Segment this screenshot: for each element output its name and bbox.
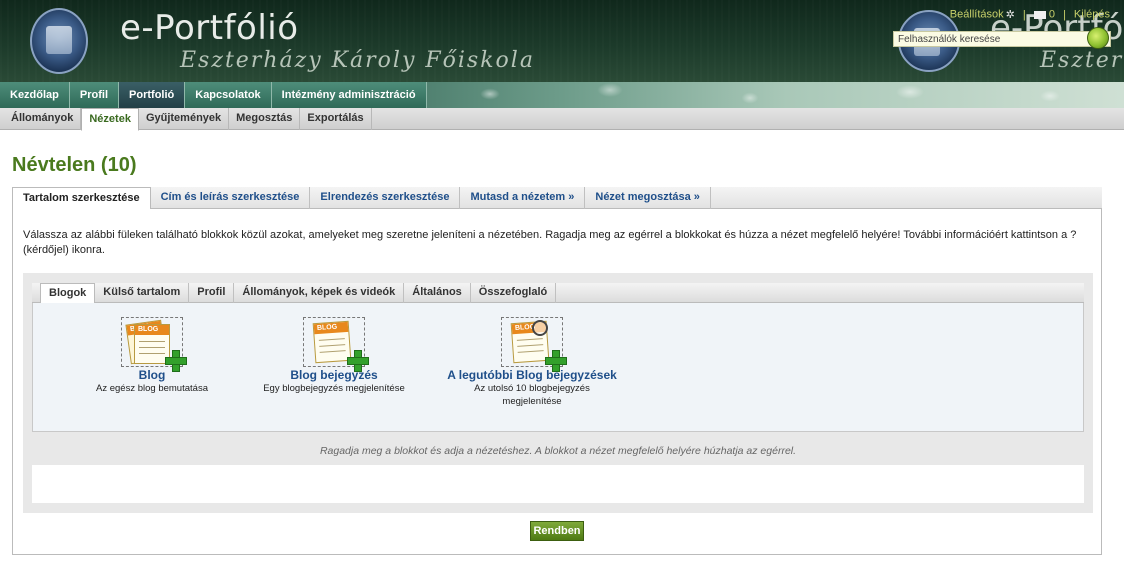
category-tab-summary[interactable]: Összefoglaló	[471, 283, 557, 303]
text-line	[516, 338, 543, 341]
subnav-item-views[interactable]: Nézetek	[81, 108, 139, 131]
subnav-item-collections[interactable]: Gyűjtemények	[139, 108, 230, 130]
blog-label: BLOG	[135, 325, 169, 335]
water-drops-decoration	[430, 82, 1124, 108]
logout-link[interactable]: Kilépés	[1074, 9, 1110, 21]
tab-edit-title-description[interactable]: Cím és leírás szerkesztése	[151, 187, 311, 209]
add-plus-icon	[347, 350, 369, 372]
search-icon[interactable]	[1087, 27, 1109, 49]
mail-icon[interactable]	[1033, 10, 1046, 19]
blog-stack-icon[interactable]: BLOG BLOG	[121, 317, 187, 372]
settings-link[interactable]: Beállítások	[950, 9, 1004, 21]
text-line	[319, 344, 346, 347]
drag-hint: Ragadja meg a blokkot és adja a nézetésh…	[319, 445, 797, 457]
tab-display-view[interactable]: Mutasd a nézetem »	[460, 187, 586, 209]
paper-front: BLOG	[312, 320, 352, 364]
user-links: Beállítások ✲ | 0 | Kilépés	[950, 8, 1110, 22]
subnav-item-share[interactable]: Megosztás	[229, 108, 301, 130]
subnav-item-files[interactable]: Állományok	[4, 108, 82, 130]
tab-edit-content[interactable]: Tartalom szerkesztése	[12, 187, 151, 210]
block-blog[interactable]: BLOG BLOG Blog Az egész blog bemutatása	[67, 317, 237, 395]
site-subtitle-echo: Eszterházy	[1040, 48, 1124, 73]
site-subtitle: Eszterházy Károly Főiskola	[180, 48, 535, 73]
category-tab-general[interactable]: Általános	[404, 283, 471, 303]
view-drop-zone[interactable]	[32, 465, 1084, 503]
site-header: e-Portfólió Eszterházy Károly Főiskola e…	[0, 0, 1124, 82]
text-line	[319, 350, 346, 353]
category-tab-blogs[interactable]: Blogok	[40, 283, 96, 304]
block-description: Az utolsó 10 blogbejegyzés megjelenítése	[474, 383, 590, 407]
site-title[interactable]: e-Portfólió	[120, 8, 299, 48]
nav-item-portfolio[interactable]: Portfolió	[119, 82, 186, 108]
text-line	[517, 344, 544, 347]
add-plus-icon	[545, 350, 567, 372]
content-editor-panel: Válassza az alábbi füleken található blo…	[12, 209, 1102, 555]
view-editor-tabs: Tartalom szerkesztése Cím és leírás szer…	[12, 187, 1102, 210]
block-blog-post[interactable]: BLOG Blog bejegyzés Egy blogbejegyzés me…	[249, 317, 419, 395]
gear-icon[interactable]: ✲	[1006, 8, 1015, 21]
text-line	[517, 350, 544, 353]
block-category-tabs: Blogok Külső tartalom Profil Állományok,…	[32, 283, 1084, 304]
block-title[interactable]: Blog	[67, 368, 237, 382]
page-title: Névtelen (10)	[12, 154, 137, 176]
blog-post-icon[interactable]: BLOG	[303, 317, 369, 372]
block-title[interactable]: A legutóbbi Blog bejegyzések	[447, 368, 617, 382]
subnav-item-export[interactable]: Exportálás	[300, 108, 372, 130]
divider: |	[1063, 8, 1066, 21]
blog-label: BLOG	[313, 321, 349, 335]
college-seal-logo[interactable]	[30, 8, 88, 74]
ok-button[interactable]: Rendben	[530, 521, 584, 541]
block-title[interactable]: Blog bejegyzés	[249, 368, 419, 382]
block-description: Egy blogbejegyzés megjelenítése	[263, 383, 405, 394]
blog-recent-icon[interactable]: BLOG	[501, 317, 567, 372]
block-recent-blog-posts[interactable]: BLOG A legutóbbi Blog bejegyzések Az uto…	[447, 317, 617, 408]
text-line	[318, 338, 345, 341]
nav-item-profile[interactable]: Profil	[69, 82, 120, 108]
seal-building	[46, 26, 72, 54]
category-tab-external[interactable]: Külső tartalom	[95, 283, 190, 303]
nav-item-contacts[interactable]: Kapcsolatok	[185, 82, 272, 108]
text-line	[139, 341, 165, 342]
nav-item-institution-admin[interactable]: Intézmény adminisztráció	[271, 82, 427, 108]
category-tab-profile[interactable]: Profil	[189, 283, 235, 303]
magnifier-icon	[532, 320, 548, 336]
text-line	[139, 347, 165, 348]
messages-count[interactable]: 0	[1049, 9, 1055, 21]
main-navigation: Kezdőlap Profil Portfolió Kapcsolatok In…	[0, 82, 1124, 108]
instructions-text: Válassza az alábbi füleken található blo…	[23, 229, 1077, 256]
tab-edit-layout[interactable]: Elrendezés szerkesztése	[310, 187, 461, 209]
tab-share-view[interactable]: Nézet megosztása »	[585, 187, 711, 209]
user-search-input[interactable]: Felhasználók keresése	[893, 31, 1111, 47]
block-list: BLOG BLOG Blog Az egész blog bemutatása	[32, 303, 1084, 432]
text-line	[139, 353, 165, 354]
block-category-box: Blogok Külső tartalom Profil Állományok,…	[23, 273, 1093, 513]
sub-navigation: Állományok Nézetek Gyűjtemények Megosztá…	[0, 108, 1124, 131]
nav-item-home[interactable]: Kezdőlap	[0, 82, 70, 108]
divider: |	[1022, 8, 1026, 21]
block-description: Az egész blog bemutatása	[96, 383, 208, 394]
add-plus-icon	[165, 350, 187, 372]
category-tab-files-images-videos[interactable]: Állományok, képek és videók	[234, 283, 405, 303]
